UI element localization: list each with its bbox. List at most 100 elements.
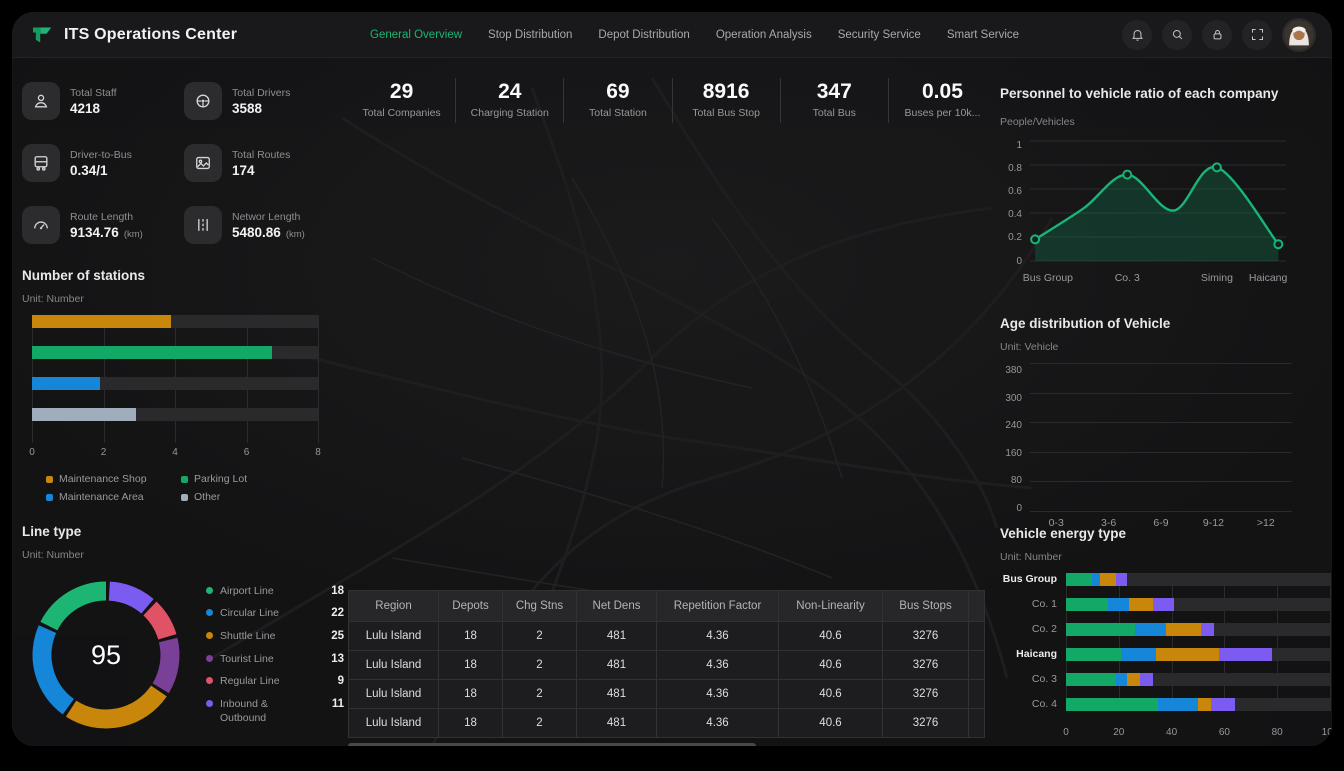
- table-cell: 481: [577, 651, 657, 680]
- top-stat: 347 Total Bus: [780, 78, 888, 123]
- legend-item: Regular Line9: [206, 675, 344, 689]
- gridline: [1172, 573, 1173, 711]
- personnel-ratio-y-axis: 10.80.60.40.20: [1000, 138, 1030, 264]
- tab-stop-distribution[interactable]: Stop Distribution: [488, 29, 572, 41]
- routes-icon: [184, 144, 222, 182]
- age-distribution-title: Age distribution of Vehicle: [1000, 316, 1330, 331]
- legend-item: Tourist Line13: [206, 653, 344, 667]
- table-row[interactable]: Lulu Island1824814.3640.63276: [349, 622, 985, 651]
- lock-button[interactable]: [1202, 20, 1232, 50]
- bar-segment: [1066, 698, 1158, 711]
- legend-label: Tourist Line: [220, 653, 298, 667]
- column-header: Chg Stns: [503, 591, 577, 622]
- top-stats-row: 29Total Companies24Charging Station69Tot…: [348, 78, 996, 123]
- category-label: Co. 1: [1000, 598, 1066, 611]
- top-stat-value: 24: [456, 80, 563, 103]
- stat-card-label: Total Staff: [70, 86, 117, 102]
- legend-dot: [46, 476, 53, 483]
- legend-label: Circular Line: [220, 607, 298, 621]
- data-point: [1274, 240, 1282, 248]
- bar-segment: [1066, 623, 1135, 636]
- table-cell: 18: [439, 651, 503, 680]
- legend-label: Airport Line: [220, 585, 298, 599]
- stat-card-value: 9134.76(km): [70, 225, 143, 240]
- table-horizontal-scrollbar[interactable]: [348, 743, 756, 746]
- table-row[interactable]: Lulu Island1824814.3640.63276: [349, 651, 985, 680]
- bar-segment: [1092, 573, 1100, 586]
- bus-icon: [22, 144, 60, 182]
- bar-segment: [1153, 598, 1174, 611]
- table-cell: 2: [503, 622, 577, 651]
- brand: ITS Operations Center: [30, 23, 330, 47]
- notification-bell-button[interactable]: [1122, 20, 1152, 50]
- table-cell: 4.36: [657, 622, 779, 651]
- x-tick: Co. 3: [1115, 272, 1140, 284]
- table-cell: 18: [439, 680, 503, 709]
- top-stat-label: Total Bus: [781, 107, 888, 119]
- bar-segment: [1108, 598, 1129, 611]
- bar-segment: [1166, 623, 1200, 636]
- table-cell: 40.6: [779, 680, 883, 709]
- table-cell: Lulu Island: [349, 622, 439, 651]
- staff-icon: [22, 82, 60, 120]
- table-cell: [969, 680, 985, 709]
- table-cell: [969, 709, 985, 738]
- line-type-donut: 95: [22, 571, 190, 739]
- stat-card-text: Total Routes174: [232, 148, 290, 179]
- stat-card-total-staff: Total Staff4218: [22, 76, 172, 126]
- top-stat-value: 347: [781, 80, 888, 103]
- top-stat-label: Total Station: [564, 107, 671, 119]
- stations-chart-panel: Number of stations Unit: Number 02468 Ma…: [22, 268, 344, 503]
- column-header: Net Dens: [577, 591, 657, 622]
- bars: [1030, 363, 1292, 511]
- stacked-bar-track: [1066, 598, 1330, 611]
- legend-value: 22: [331, 607, 344, 619]
- stations-chart-plot: [32, 315, 318, 443]
- main-nav: General Overview Stop Distribution Depot D…: [370, 29, 1122, 41]
- top-stat: 8916Total Bus Stop: [672, 78, 780, 123]
- legend-label: Maintenance Shop: [59, 473, 147, 485]
- x-tick: 0: [29, 447, 35, 458]
- table-cell: [969, 651, 985, 680]
- energy-type-unit: Unit: Number: [1000, 551, 1330, 563]
- table-row[interactable]: Lulu Island1824814.3640.63276: [349, 680, 985, 709]
- table-cell: Lulu Island: [349, 651, 439, 680]
- stacked-bar-track: [1066, 648, 1330, 661]
- bar-segment: [1135, 623, 1167, 636]
- x-tick: Haicang: [1249, 272, 1288, 284]
- stat-card-label: Total Drivers: [232, 86, 290, 102]
- tab-operation-analysis[interactable]: Operation Analysis: [716, 29, 812, 41]
- column-header: Depots: [439, 591, 503, 622]
- user-avatar[interactable]: [1284, 20, 1314, 50]
- legend-label: Other: [194, 491, 220, 503]
- stat-card-unit: (km): [286, 229, 305, 240]
- gridline: [1277, 573, 1278, 711]
- app-window: ITS Operations Center General Overview St…: [12, 12, 1332, 746]
- stations-chart-x-axis: 02468: [32, 447, 318, 461]
- table-cell: 18: [439, 622, 503, 651]
- bar-segment: [1066, 648, 1121, 661]
- stat-card-label: Total Routes: [232, 148, 290, 164]
- table-row[interactable]: Lulu Island1824814.3640.63276: [349, 709, 985, 738]
- tab-security-service[interactable]: Security Service: [838, 29, 921, 41]
- legend-item: Circular Line 22: [206, 607, 344, 621]
- line-type-title: Line type: [22, 524, 344, 539]
- tab-depot-distribution[interactable]: Depot Distribution: [598, 29, 689, 41]
- region-table: RegionDepotsChg StnsNet DensRepetition F…: [348, 590, 985, 738]
- legend-value: 18: [331, 585, 344, 597]
- table-cell: 4.36: [657, 709, 779, 738]
- tab-general-overview[interactable]: General Overview: [370, 29, 462, 41]
- header-icon-buttons: [1122, 20, 1272, 50]
- table-cell: 481: [577, 709, 657, 738]
- legend-item: Other: [181, 491, 316, 503]
- age-distribution-y-axis: 380300240160800: [1000, 363, 1030, 511]
- y-tick: 0.4: [1008, 210, 1022, 220]
- fullscreen-button[interactable]: [1242, 20, 1272, 50]
- stations-chart-title: Number of stations: [22, 268, 344, 283]
- tab-smart-service[interactable]: Smart Service: [947, 29, 1019, 41]
- stat-card-route-length: Route Length9134.76(km): [22, 200, 172, 250]
- bar-track: [32, 377, 318, 390]
- stations-chart-legend: Maintenance ShopParking LotMaintenance A…: [46, 473, 316, 503]
- search-button[interactable]: [1162, 20, 1192, 50]
- table-cell: Lulu Island: [349, 709, 439, 738]
